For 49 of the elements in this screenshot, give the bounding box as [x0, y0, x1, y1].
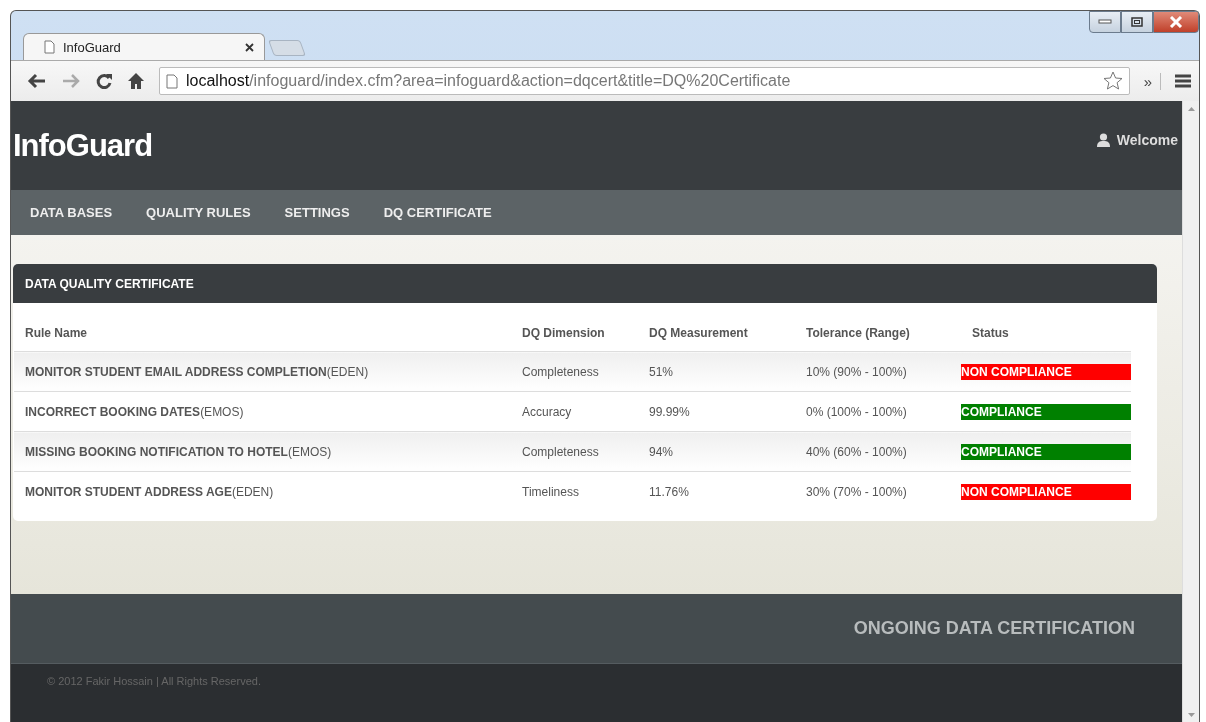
nav-link[interactable]: DATA BASES	[30, 205, 113, 220]
copyright-text: © 2012 Fakir Hossain | All Rights Reserved.	[47, 675, 261, 687]
star-icon[interactable]	[1102, 71, 1123, 91]
rule-name: MONITOR STUDENT ADDRESS AGE(EDEN)	[14, 471, 511, 511]
column-header: DQ Measurement	[638, 303, 795, 352]
nav-link[interactable]: DQ CERTIFICATE	[383, 205, 492, 220]
status-label: NON COMPLIANCE	[961, 363, 1131, 380]
table-cell: Completeness	[511, 351, 638, 392]
status-label: COMPLIANCE	[961, 443, 1131, 460]
panel-title: DATA QUALITY CERTIFICATE	[13, 264, 1157, 303]
close-button[interactable]	[1153, 11, 1199, 33]
column-header: Rule Name	[14, 303, 511, 352]
table-cell: 40% (60% - 100%)	[795, 431, 961, 472]
minimize-button[interactable]	[1089, 11, 1121, 33]
address-bar[interactable]: localhost/infoguard/index.cfm?area=infoguard&action=dqcert&title=DQ%20Certificate	[159, 67, 1130, 95]
footer-tagline: ONGOING DATA CERTIFICATION	[853, 618, 1135, 639]
maximize-button[interactable]	[1121, 11, 1153, 33]
user-icon	[1096, 132, 1110, 147]
column-header: Tolerance (Range)	[795, 303, 961, 352]
minimize-icon	[1098, 19, 1112, 25]
browser-tab[interactable]: InfoGuard	[23, 33, 265, 60]
rule-name: MONITOR STUDENT EMAIL ADDRESS COMPLETION(EDEN)	[14, 351, 511, 392]
url-text: localhost/infoguard/index.cfm?area=infoguard&action=dqcert&title=DQ%20Certificate	[186, 72, 792, 90]
close-icon	[1169, 16, 1183, 28]
rule-name: MISSING BOOKING NOTIFICATION TO HOTEL(EMOS)	[14, 431, 511, 472]
page-icon	[166, 73, 178, 89]
nav-link[interactable]: QUALITY RULES	[146, 205, 251, 220]
table-cell: 51%	[638, 351, 795, 392]
nav-link[interactable]: SETTINGS	[284, 205, 350, 220]
column-header: DQ Dimension	[511, 303, 638, 352]
brand-logo[interactable]: InfoGuard	[13, 127, 153, 164]
reload-icon[interactable]	[95, 72, 113, 90]
table-cell: 10% (90% - 100%)	[795, 351, 961, 392]
column-header: Status	[961, 303, 1131, 352]
table-cell: 30% (70% - 100%)	[795, 471, 961, 511]
overflow-button[interactable]: »	[1143, 72, 1161, 90]
close-tab-icon[interactable]	[245, 42, 254, 52]
maximize-icon	[1131, 17, 1143, 27]
table-cell: 94%	[638, 431, 795, 472]
back-icon[interactable]	[27, 73, 47, 89]
home-icon[interactable]	[127, 72, 145, 90]
table-cell: Timeliness	[511, 471, 638, 511]
table-cell: 11.76%	[638, 471, 795, 511]
status-label: COMPLIANCE	[961, 403, 1131, 420]
page-icon	[44, 40, 55, 54]
menu-icon[interactable]	[1175, 74, 1191, 88]
status-label: NON COMPLIANCE	[961, 483, 1131, 500]
table-cell: Completeness	[511, 431, 638, 472]
welcome-link[interactable]: Welcome	[1116, 131, 1178, 148]
